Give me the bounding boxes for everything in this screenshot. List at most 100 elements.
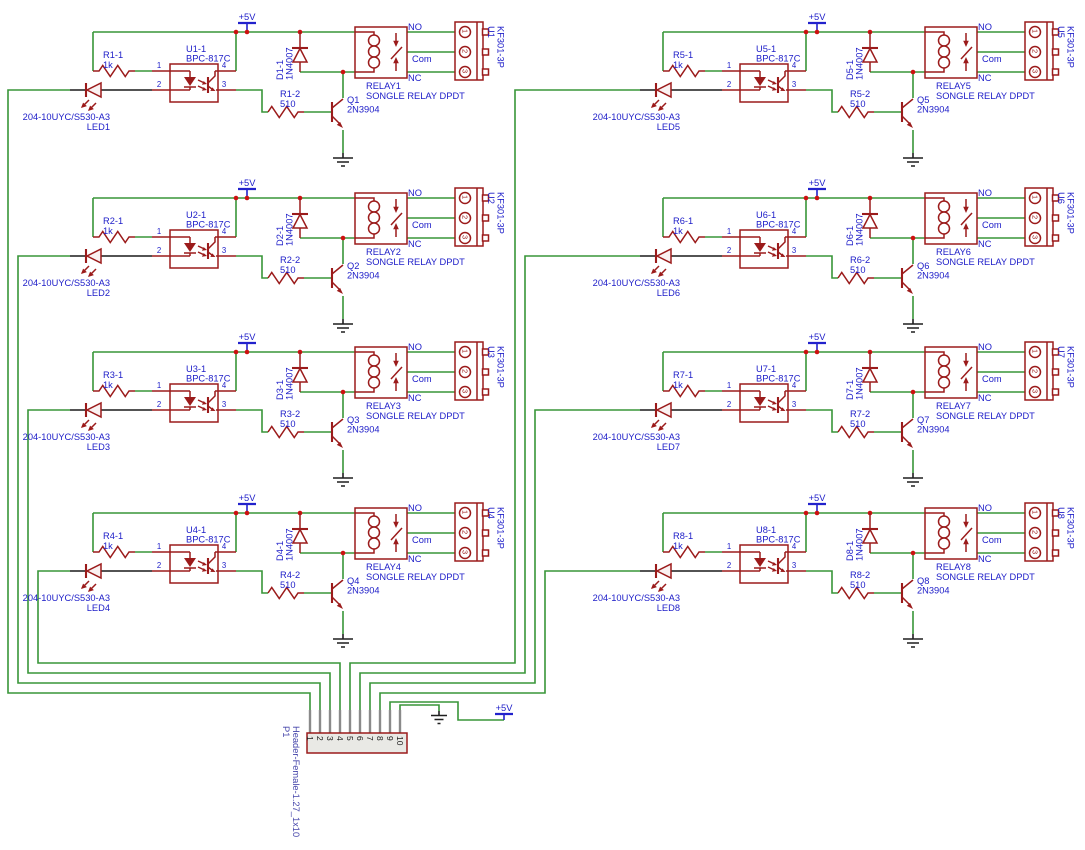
resistor-value-label: 510 bbox=[850, 265, 866, 275]
schematic-canvas: +5V 1 2 3 4 5 6 7 8 9 10 P1 Header-Femal… bbox=[0, 0, 1085, 850]
ground-icon bbox=[903, 153, 923, 166]
opto-pin-number: 2 bbox=[727, 80, 731, 89]
relay-part-label: SONGLE RELAY DPDT bbox=[936, 91, 1035, 101]
opto-pin-number: 2 bbox=[727, 561, 731, 570]
opto-pin-number: 3 bbox=[792, 246, 796, 255]
junction-dot bbox=[911, 551, 916, 556]
resistor-value-label: 510 bbox=[280, 265, 296, 275]
bus-and-header: +5V 1 2 3 4 5 6 7 8 9 10 P1 Header-Femal… bbox=[8, 90, 640, 837]
opto-pin-number: 3 bbox=[792, 561, 796, 570]
relay-ref-label: RELAY7 bbox=[936, 401, 971, 411]
header-pin-number: 3 bbox=[325, 736, 335, 741]
led-part-label: 204-10UYC/S530-A3 bbox=[23, 593, 110, 603]
relay-channel: +5V R4-1 1k 204-10UYC/S530-A3 LED4 bbox=[23, 493, 506, 647]
diode-part-label: 1N4007 bbox=[285, 367, 295, 400]
transistor-ref-label: Q7 bbox=[917, 415, 929, 425]
led-symbol bbox=[651, 564, 671, 592]
opto-pin-number: 2 bbox=[157, 400, 161, 409]
opto-pin-number: 1 bbox=[727, 61, 731, 70]
resistor-ref-label: R4-2 bbox=[280, 570, 300, 580]
opto-pin-number: 2 bbox=[157, 246, 161, 255]
power-flag-icon: +5V bbox=[238, 332, 256, 352]
terminal-part-label: KF301-3P bbox=[1066, 26, 1076, 68]
junction-dot bbox=[815, 350, 820, 355]
terminal-part-label: KF301-3P bbox=[496, 192, 506, 234]
led-ref-label: LED3 bbox=[87, 442, 110, 452]
relay-board-schematic: +5V 1 2 3 4 5 6 7 8 9 10 P1 Header-Femal… bbox=[0, 0, 1085, 850]
relay-part-label: SONGLE RELAY DPDT bbox=[936, 411, 1035, 421]
resistor-ref-label: R6-2 bbox=[850, 255, 870, 265]
relay-symbol bbox=[925, 508, 977, 559]
opto-ref-label: U4-1 bbox=[186, 525, 206, 535]
relay-channel: +5V R7-1 1k 204-10UYC/S530-A3 LED7 bbox=[593, 332, 1076, 486]
header-pin-number: 2 bbox=[315, 736, 325, 741]
power-label: +5V bbox=[809, 12, 827, 22]
resistor-symbol bbox=[663, 547, 705, 558]
junction-dot bbox=[911, 390, 916, 395]
power-label: +5V bbox=[239, 178, 257, 188]
ground-icon bbox=[333, 153, 353, 166]
opto-pin-number: 1 bbox=[157, 61, 161, 70]
terminal-part-label: KF301-3P bbox=[496, 346, 506, 388]
resistor-ref-label: R8-1 bbox=[673, 531, 693, 541]
diode-part-label: 1N4007 bbox=[855, 528, 865, 561]
led-ref-label: LED8 bbox=[657, 603, 680, 613]
contact-com-label: Com bbox=[412, 220, 432, 230]
diode-part-label: 1N4007 bbox=[855, 47, 865, 80]
transistor-ref-label: Q8 bbox=[917, 576, 929, 586]
transistor-part-label: 2N3904 bbox=[917, 586, 950, 596]
resistor-value-label: 1k bbox=[103, 226, 113, 236]
led-symbol bbox=[651, 249, 671, 277]
terminal-pin-number: 2 bbox=[461, 530, 470, 534]
terminal-block-symbol: 1 2 3 bbox=[455, 342, 489, 400]
power-flag-icon: +5V bbox=[495, 703, 513, 720]
ground-icon bbox=[903, 634, 923, 647]
diode-part-label: 1N4007 bbox=[855, 367, 865, 400]
opto-pin-number: 4 bbox=[222, 542, 227, 551]
terminal-pin-number: 3 bbox=[461, 235, 470, 239]
relay-channel: +5V R8-1 1k 204-10UYC/S530-A3 LED8 bbox=[593, 493, 1076, 647]
transistor-part-label: 2N3904 bbox=[347, 105, 380, 115]
header-pin-number: 6 bbox=[355, 736, 365, 741]
relay-part-label: SONGLE RELAY DPDT bbox=[366, 572, 465, 582]
header-pin-number: 10 bbox=[395, 736, 405, 746]
opto-pin-number: 3 bbox=[222, 400, 226, 409]
terminal-ref-label: U1 bbox=[486, 26, 496, 38]
terminal-part-label: KF301-3P bbox=[496, 507, 506, 549]
diode-ref-label: D1-1 bbox=[275, 60, 285, 80]
diode-ref-label: D5-1 bbox=[845, 60, 855, 80]
transistor-part-label: 2N3904 bbox=[917, 425, 950, 435]
contact-nc-label: NC bbox=[978, 73, 992, 83]
resistor-ref-label: R7-2 bbox=[850, 409, 870, 419]
opto-pin-number: 3 bbox=[222, 561, 226, 570]
relay-ref-label: RELAY5 bbox=[936, 81, 971, 91]
led-symbol bbox=[81, 403, 101, 431]
contact-no-label: NO bbox=[408, 22, 422, 32]
diode-part-label: 1N4007 bbox=[285, 213, 295, 246]
contact-com-label: Com bbox=[982, 220, 1002, 230]
opto-ref-label: U8-1 bbox=[756, 525, 776, 535]
transistor-part-label: 2N3904 bbox=[347, 271, 380, 281]
resistor-value-label: 510 bbox=[280, 419, 296, 429]
diode-ref-label: D3-1 bbox=[275, 380, 285, 400]
junction-dot bbox=[804, 511, 809, 516]
junction-dot bbox=[245, 350, 250, 355]
contact-no-label: NO bbox=[408, 188, 422, 198]
resistor-value-label: 1k bbox=[673, 226, 683, 236]
resistor-ref-label: R3-2 bbox=[280, 409, 300, 419]
transistor-ref-label: Q5 bbox=[917, 95, 929, 105]
led-ref-label: LED7 bbox=[657, 442, 680, 452]
opto-pin-number: 4 bbox=[792, 381, 797, 390]
contact-no-label: NO bbox=[978, 503, 992, 513]
resistor-symbol bbox=[93, 232, 135, 243]
power-flag-icon: +5V bbox=[238, 493, 256, 513]
junction-dot bbox=[245, 196, 250, 201]
contact-com-label: Com bbox=[982, 535, 1002, 545]
junction-dot bbox=[234, 350, 239, 355]
resistor-ref-label: R5-1 bbox=[673, 50, 693, 60]
resistor-ref-label: R4-1 bbox=[103, 531, 123, 541]
wire-pin10-ground bbox=[400, 705, 439, 711]
contact-com-label: Com bbox=[982, 374, 1002, 384]
header-pin-stubs bbox=[310, 710, 400, 733]
terminal-block-symbol: 1 2 3 bbox=[1025, 503, 1059, 561]
